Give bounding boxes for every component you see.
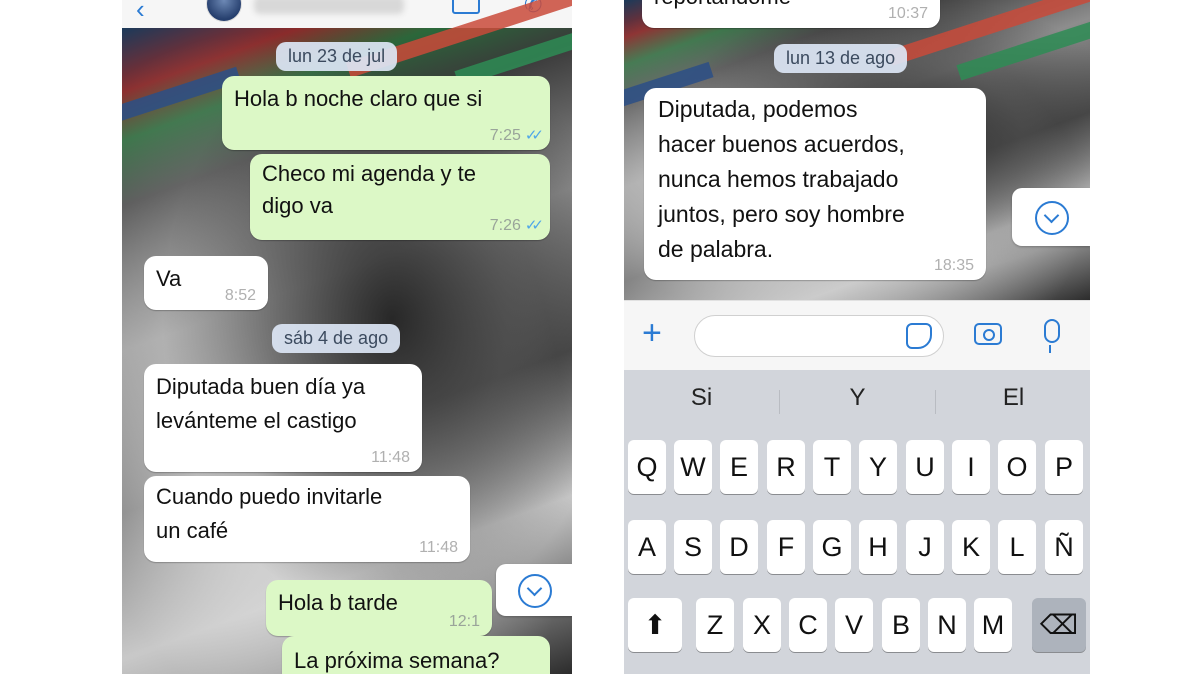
message-incoming[interactable]: Diputada buen día ya levánteme el castig… xyxy=(144,364,422,472)
microphone-icon[interactable] xyxy=(1044,319,1060,353)
key-u[interactable]: U xyxy=(906,440,944,494)
left-chat-screen: ‹ ✆ lun 23 de jul Hola b noche claro que… xyxy=(122,0,572,674)
message-time: 7:25 ✓✓ xyxy=(489,127,544,144)
key-c[interactable]: C xyxy=(789,598,827,652)
video-icon[interactable] xyxy=(452,0,480,14)
key-m[interactable]: M xyxy=(974,598,1012,652)
key-n-tilde[interactable]: Ñ xyxy=(1045,520,1083,574)
key-n[interactable]: N xyxy=(928,598,966,652)
message-outgoing[interactable]: Checo mi agenda y te digo va 7:26 ✓✓ xyxy=(250,154,550,240)
shift-key[interactable]: ⬆ xyxy=(628,598,682,652)
contact-name-blurred[interactable] xyxy=(254,0,404,14)
key-w[interactable]: W xyxy=(674,440,712,494)
key-f[interactable]: F xyxy=(767,520,805,574)
key-e[interactable]: E xyxy=(720,440,758,494)
key-p[interactable]: P xyxy=(1045,440,1083,494)
key-g[interactable]: G xyxy=(813,520,851,574)
message-outgoing[interactable]: La próxima semana? xyxy=(282,636,550,674)
message-text-line: de palabra. xyxy=(658,236,774,262)
date-separator: lun 13 de ago xyxy=(774,44,908,73)
date-label: lun 13 de ago xyxy=(786,48,896,68)
chevron-down-circle-icon xyxy=(1035,201,1069,235)
chat-wallpaper: reportándome 10:37 lun 13 de ago Diputad… xyxy=(624,0,1090,300)
read-ticks-icon: ✓✓ xyxy=(524,127,544,144)
message-time: 11:48 xyxy=(371,449,410,466)
camera-icon[interactable] xyxy=(974,323,1002,345)
backspace-key[interactable]: ⌫ xyxy=(1032,598,1086,652)
message-text: reportándome xyxy=(654,0,791,9)
key-i[interactable]: I xyxy=(952,440,990,494)
avatar[interactable] xyxy=(206,0,242,22)
key-b[interactable]: B xyxy=(882,598,920,652)
message-time: 18:35 xyxy=(933,257,974,274)
plus-icon[interactable]: + xyxy=(642,313,662,353)
time-label: 7:26 xyxy=(489,217,521,234)
message-text: La próxima semana? xyxy=(294,648,500,673)
key-s[interactable]: S xyxy=(674,520,712,574)
message-time: 8:52 xyxy=(224,287,256,304)
chevron-down-circle-icon xyxy=(518,574,552,608)
suggestion-bar: Si Y El xyxy=(624,370,1090,432)
message-text-line: Diputada, podemos xyxy=(658,96,858,122)
date-label: sáb 4 de ago xyxy=(284,328,389,348)
message-time: 7:26 ✓✓ xyxy=(489,217,544,234)
key-q[interactable]: Q xyxy=(628,440,666,494)
key-h[interactable]: H xyxy=(859,520,897,574)
shift-icon: ⬆ xyxy=(643,610,667,640)
suggestion-item[interactable]: Si xyxy=(624,384,779,412)
key-x[interactable]: X xyxy=(743,598,781,652)
message-text: Hola b tarde xyxy=(278,590,398,615)
message-incoming[interactable]: Cuando puedo invitarle un café 11:48 xyxy=(144,476,470,562)
message-time: 12:1 xyxy=(448,613,480,630)
key-j[interactable]: J xyxy=(906,520,944,574)
key-k[interactable]: K xyxy=(952,520,990,574)
message-text-line: juntos, pero soy hombre xyxy=(658,201,905,227)
key-t[interactable]: T xyxy=(813,440,851,494)
suggestion-item[interactable]: El xyxy=(936,384,1090,412)
key-d[interactable]: D xyxy=(720,520,758,574)
message-text-line: un café xyxy=(156,518,229,543)
key-l[interactable]: L xyxy=(998,520,1036,574)
message-time: 11:48 xyxy=(419,539,458,556)
key-r[interactable]: R xyxy=(767,440,805,494)
key-y[interactable]: Y xyxy=(859,440,897,494)
key-a[interactable]: A xyxy=(628,520,666,574)
keyboard: Si Y El Q W E R T Y U I O P A S D F G H … xyxy=(624,370,1090,674)
message-outgoing[interactable]: Hola b tarde 12:1 xyxy=(266,580,492,636)
date-separator: lun 23 de jul xyxy=(276,42,398,71)
suggestion-item[interactable]: Y xyxy=(780,384,935,412)
message-outgoing[interactable]: Hola b noche claro que si 7:25 ✓✓ xyxy=(222,76,550,150)
chevron-left-icon[interactable]: ‹ xyxy=(136,0,145,25)
message-text-line: Cuando puedo invitarle xyxy=(156,484,383,509)
message-incoming[interactable]: Va 8:52 xyxy=(144,256,268,310)
message-incoming-partial[interactable]: reportándome 10:37 xyxy=(642,0,940,28)
time-label: 7:25 xyxy=(489,127,521,144)
message-time: 10:37 xyxy=(887,5,928,22)
date-label: lun 23 de jul xyxy=(288,46,386,66)
message-text-line: levánteme el castigo xyxy=(156,408,357,433)
key-z[interactable]: Z xyxy=(696,598,734,652)
scroll-to-bottom-button[interactable] xyxy=(1012,188,1090,246)
key-v[interactable]: V xyxy=(835,598,873,652)
message-text-line: Diputada buen día ya xyxy=(156,374,366,399)
message-text: Hola b noche claro que si xyxy=(234,86,483,111)
read-ticks-icon: ✓✓ xyxy=(524,217,544,234)
message-text: Va xyxy=(156,266,182,291)
message-text-line: hacer buenos acuerdos, xyxy=(658,131,905,157)
right-chat-screen: reportándome 10:37 lun 13 de ago Diputad… xyxy=(624,0,1090,674)
message-incoming[interactable]: Diputada, podemos hacer buenos acuerdos,… xyxy=(644,88,986,280)
backspace-icon: ⌫ xyxy=(1039,610,1079,640)
chat-wallpaper: lun 23 de jul Hola b noche claro que si … xyxy=(122,0,572,674)
key-o[interactable]: O xyxy=(998,440,1036,494)
message-text-line: nunca hemos trabajado xyxy=(658,166,899,192)
message-text-line: Checo mi agenda y te xyxy=(262,161,477,186)
scroll-to-bottom-button[interactable] xyxy=(496,564,572,616)
message-input-bar: + xyxy=(624,300,1090,371)
date-separator: sáb 4 de ago xyxy=(272,324,401,353)
